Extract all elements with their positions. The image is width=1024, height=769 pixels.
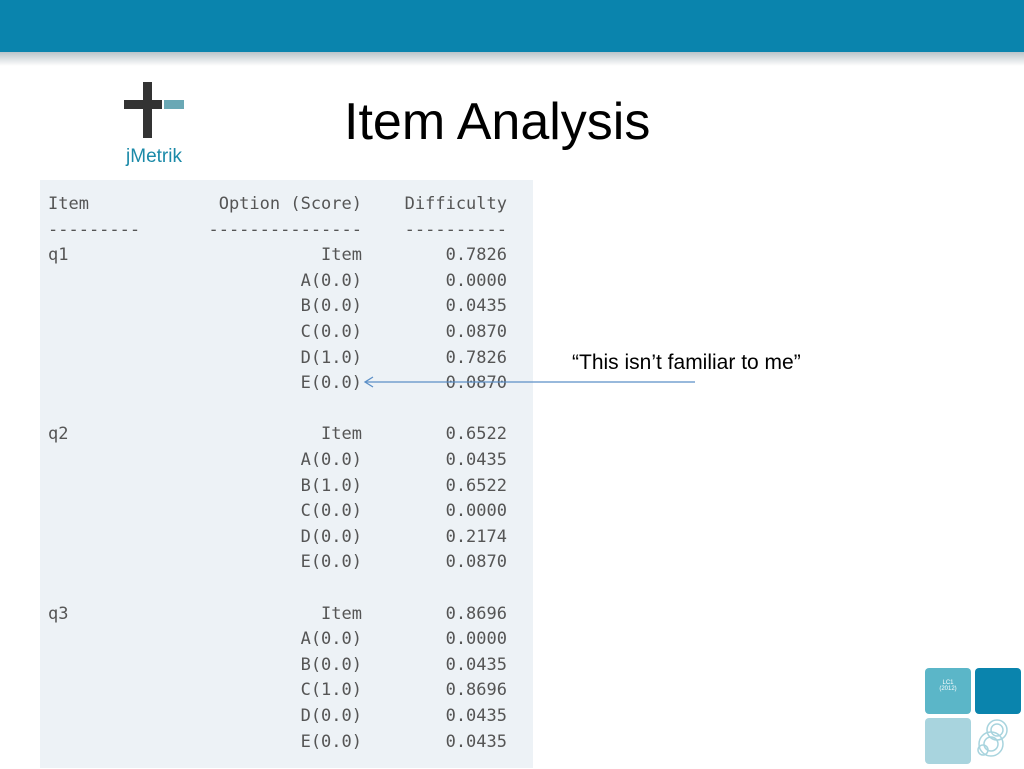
table-row: A(0.0) 0.0000 [40, 271, 533, 295]
table-row: D(0.0) 0.2174 [40, 527, 533, 551]
difficulty-cell: 0.0000 [445, 270, 507, 291]
table-row: C(1.0) 0.8696 [40, 680, 533, 704]
item-cell: q1 [48, 245, 69, 266]
difficulty-cell: 0.0870 [445, 552, 507, 573]
difficulty-cell: 0.0435 [445, 654, 507, 675]
option-cell: Item [321, 603, 362, 624]
difficulty-cell: 0.7826 [445, 245, 507, 266]
option-cell: B(1.0) [300, 475, 362, 496]
difficulty-cell: 0.6522 [445, 475, 507, 496]
option-cell: D(1.0) [300, 347, 362, 368]
difficulty-cell: 0.6522 [445, 424, 507, 445]
option-cell: --------------- [208, 219, 362, 240]
table-row: C(0.0) 0.0000 [40, 501, 533, 525]
badge-text: LC1 (2012) [939, 680, 957, 692]
difficulty-cell: 0.8696 [445, 603, 507, 624]
option-cell: E(0.0) [300, 552, 362, 573]
output-panel: Item Option (Score) Difficulty --------- ---… [40, 180, 533, 768]
table-row: A(0.0) 0.0000 [40, 629, 533, 653]
table-row: B(0.0) 0.0435 [40, 655, 533, 679]
table-row: B(1.0) 0.6522 [40, 476, 533, 500]
corner-badge: LC1 (2012) [925, 668, 1021, 764]
option-cell: D(0.0) [300, 706, 362, 726]
difficulty-cell: 0.0435 [445, 296, 507, 317]
option-cell: A(0.0) [300, 270, 362, 291]
table-row: E(0.0) 0.0870 [40, 373, 533, 397]
top-bar [0, 0, 1024, 52]
circles-icon [977, 719, 1008, 757]
difficulty-cell: 0.0000 [445, 629, 507, 650]
header-row: Item Option (Score) Difficulty [40, 194, 533, 218]
callout-text: “This isn’t familiar to me” [572, 351, 801, 374]
table-row: B(0.0) 0.0435 [40, 296, 533, 320]
rule-row: --------- --------------- ---------- [40, 220, 533, 244]
option-cell: A(0.0) [300, 450, 362, 470]
option-cell: D(0.0) [300, 526, 362, 547]
item-cell: q2 [48, 424, 69, 445]
difficulty-cell: Difficulty [404, 194, 507, 214]
difficulty-cell: 0.0435 [445, 450, 507, 470]
option-cell: Item [321, 245, 362, 266]
difficulty-cell: 0.7826 [445, 347, 507, 368]
difficulty-cell: 0.0000 [445, 501, 507, 522]
table-row: E(0.0) 0.0870 [40, 552, 533, 576]
difficulty-cell: 0.2174 [445, 526, 507, 547]
table-row: D(0.0) 0.0435 [40, 706, 533, 730]
item-cell: --------- [48, 219, 141, 240]
option-cell: C(0.0) [300, 501, 362, 522]
option-cell: C(0.0) [300, 322, 362, 342]
option-cell: Item [321, 424, 362, 445]
top-bar-shadow [0, 52, 1024, 66]
difficulty-cell: 0.0870 [445, 322, 507, 342]
difficulty-cell: ---------- [404, 219, 507, 240]
table-row: q1 Item 0.7826 [40, 245, 533, 269]
option-cell: B(0.0) [300, 296, 362, 317]
jmetrik-logo: jMetrik [112, 80, 196, 174]
option-cell: A(0.0) [300, 629, 362, 650]
table-row: C(0.0) 0.0870 [40, 322, 533, 346]
option-cell: Option (Score) [218, 194, 362, 214]
table-row: E(0.0) 0.0435 [40, 732, 533, 756]
difficulty-cell: 0.0435 [445, 706, 507, 726]
difficulty-cell: 0.8696 [445, 680, 507, 701]
option-cell: E(0.0) [300, 373, 362, 394]
option-cell: E(0.0) [300, 731, 362, 752]
table-row: q3 Item 0.8696 [40, 604, 533, 628]
plus-minus-logo-icon [124, 82, 184, 138]
item-cell: Item [48, 194, 89, 214]
option-cell: C(1.0) [300, 680, 362, 701]
table-row: q2 Item 0.6522 [40, 424, 533, 448]
logo-text: jMetrik [126, 146, 182, 167]
item-cell: q3 [48, 603, 69, 624]
difficulty-cell: 0.0870 [445, 373, 507, 394]
slide-title: Item Analysis [344, 93, 651, 151]
difficulty-cell: 0.0435 [445, 731, 507, 752]
option-cell: B(0.0) [300, 654, 362, 675]
table-row: D(1.0) 0.7826 [40, 348, 533, 372]
table-row: A(0.0) 0.0435 [40, 450, 533, 474]
